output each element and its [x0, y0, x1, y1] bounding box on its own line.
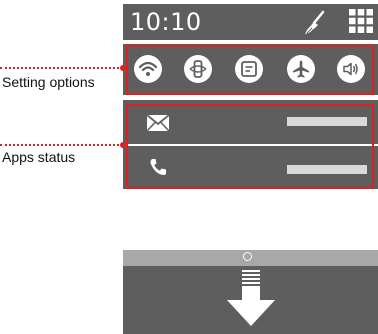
status-bar: 10:10 [123, 4, 378, 40]
clock: 10:10 [130, 8, 202, 36]
drawer-handle-bar[interactable] [123, 250, 378, 266]
drawer-handle-icon[interactable] [243, 252, 252, 261]
notification-drawer[interactable] [123, 250, 378, 334]
settings-callout-label: Setting options [2, 74, 95, 90]
settings-callout-dot [120, 65, 126, 71]
app-grid-icon[interactable] [349, 9, 373, 33]
broom-icon[interactable] [301, 10, 327, 36]
apps-callout-label: Apps status [2, 149, 76, 165]
apps-callout-dot [120, 142, 126, 148]
settings-highlight-box [126, 45, 374, 95]
arrow-down-icon [227, 270, 275, 326]
apps-callout-line [0, 144, 123, 146]
settings-callout-line [0, 67, 123, 69]
apps-highlight-box [126, 104, 374, 189]
